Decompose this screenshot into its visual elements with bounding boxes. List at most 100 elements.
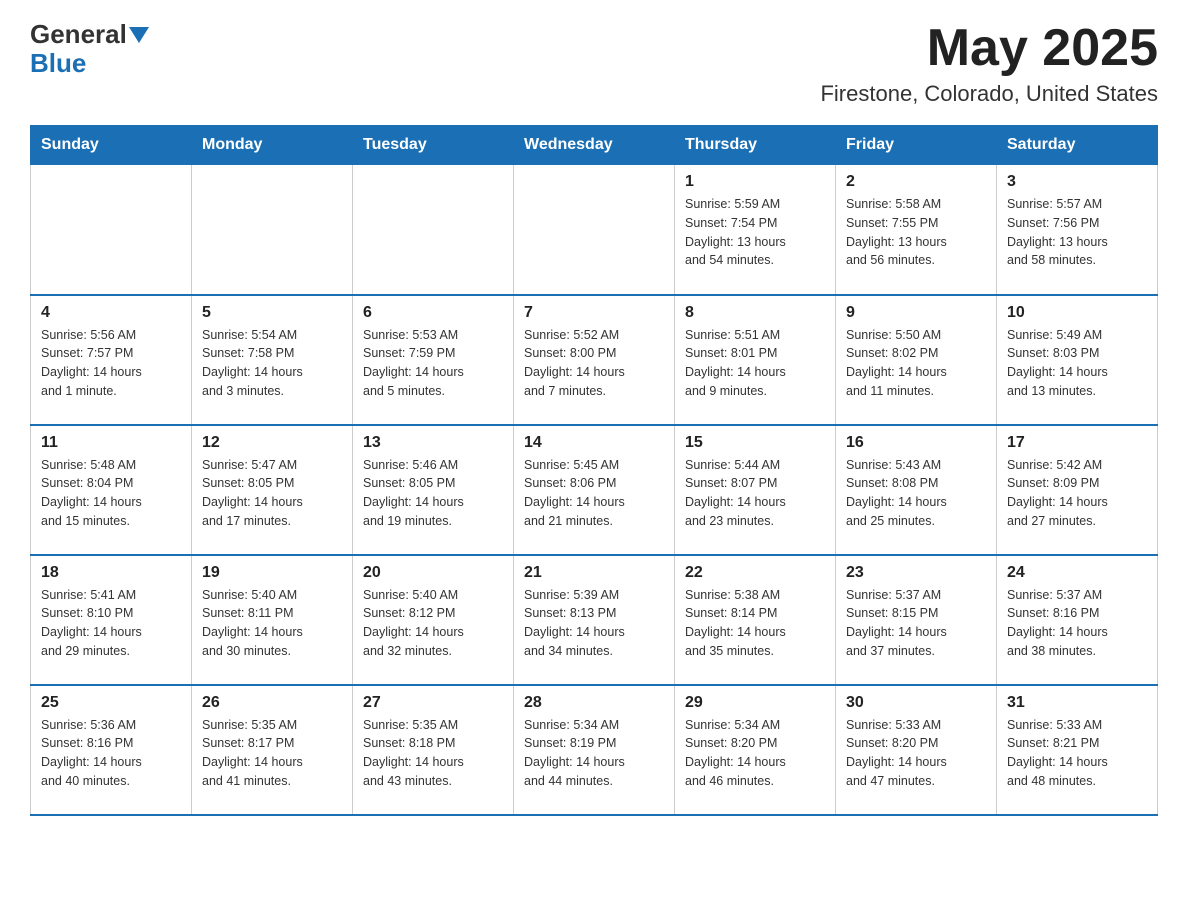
calendar-cell: 16 Sunrise: 5:43 AM Sunset: 8:08 PM Dayli…	[836, 425, 997, 555]
day-number: 17	[1007, 434, 1147, 452]
day-header-wednesday: Wednesday	[514, 126, 675, 165]
day-number: 6	[363, 304, 503, 322]
day-header-saturday: Saturday	[997, 126, 1158, 165]
day-number: 9	[846, 304, 986, 322]
calendar-cell: 12 Sunrise: 5:47 AM Sunset: 8:05 PM Dayli…	[192, 425, 353, 555]
day-number: 19	[202, 564, 342, 582]
day-info: Sunrise: 5:40 AM Sunset: 8:11 PM Dayligh…	[202, 586, 342, 661]
calendar-cell: 19 Sunrise: 5:40 AM Sunset: 8:11 PM Dayli…	[192, 555, 353, 685]
day-header-tuesday: Tuesday	[353, 126, 514, 165]
day-info: Sunrise: 5:40 AM Sunset: 8:12 PM Dayligh…	[363, 586, 503, 661]
day-info: Sunrise: 5:41 AM Sunset: 8:10 PM Dayligh…	[41, 586, 181, 661]
day-number: 29	[685, 694, 825, 712]
day-info: Sunrise: 5:49 AM Sunset: 8:03 PM Dayligh…	[1007, 326, 1147, 401]
logo-text-black: General	[30, 19, 127, 49]
calendar-header-row: SundayMondayTuesdayWednesdayThursdayFrid…	[31, 126, 1158, 165]
day-number: 5	[202, 304, 342, 322]
day-number: 11	[41, 434, 181, 452]
page-header: General Blue May 2025 Firestone, Colorad…	[30, 20, 1158, 107]
calendar-cell: 7Sunrise: 5:52 AM Sunset: 8:00 PM Daylig…	[514, 295, 675, 425]
day-number: 4	[41, 304, 181, 322]
calendar-cell: 1 Sunrise: 5:59 AM Sunset: 7:54 PM Daylig…	[675, 165, 836, 295]
page-title: May 2025	[820, 20, 1158, 77]
day-info: Sunrise: 5:37 AM Sunset: 8:16 PM Dayligh…	[1007, 586, 1147, 661]
day-info: Sunrise: 5:56 AM Sunset: 7:57 PM Dayligh…	[41, 326, 181, 401]
day-info: Sunrise: 5:38 AM Sunset: 8:14 PM Dayligh…	[685, 586, 825, 661]
day-info: Sunrise: 5:47 AM Sunset: 8:05 PM Dayligh…	[202, 456, 342, 531]
day-number: 26	[202, 694, 342, 712]
calendar-cell: 3 Sunrise: 5:57 AM Sunset: 7:56 PM Daylig…	[997, 165, 1158, 295]
calendar-cell	[31, 165, 192, 295]
calendar-cell: 25Sunrise: 5:36 AM Sunset: 8:16 PM Dayli…	[31, 685, 192, 815]
day-number: 18	[41, 564, 181, 582]
calendar-cell	[192, 165, 353, 295]
calendar-cell: 11Sunrise: 5:48 AM Sunset: 8:04 PM Dayli…	[31, 425, 192, 555]
title-block: May 2025 Firestone, Colorado, United Sta…	[820, 20, 1158, 107]
day-header-monday: Monday	[192, 126, 353, 165]
day-number: 8	[685, 304, 825, 322]
day-info: Sunrise: 5:45 AM Sunset: 8:06 PM Dayligh…	[524, 456, 664, 531]
day-info: Sunrise: 5:46 AM Sunset: 8:05 PM Dayligh…	[363, 456, 503, 531]
page-subtitle: Firestone, Colorado, United States	[820, 81, 1158, 107]
calendar-cell: 29 Sunrise: 5:34 AM Sunset: 8:20 PM Dayli…	[675, 685, 836, 815]
calendar-cell: 27Sunrise: 5:35 AM Sunset: 8:18 PM Dayli…	[353, 685, 514, 815]
calendar-cell: 17 Sunrise: 5:42 AM Sunset: 8:09 PM Dayli…	[997, 425, 1158, 555]
calendar-cell: 18 Sunrise: 5:41 AM Sunset: 8:10 PM Dayli…	[31, 555, 192, 685]
calendar-cell: 10 Sunrise: 5:49 AM Sunset: 8:03 PM Dayli…	[997, 295, 1158, 425]
day-number: 10	[1007, 304, 1147, 322]
day-number: 1	[685, 173, 825, 191]
day-header-sunday: Sunday	[31, 126, 192, 165]
day-info: Sunrise: 5:50 AM Sunset: 8:02 PM Dayligh…	[846, 326, 986, 401]
day-info: Sunrise: 5:43 AM Sunset: 8:08 PM Dayligh…	[846, 456, 986, 531]
logo: General Blue	[30, 20, 149, 77]
day-info: Sunrise: 5:51 AM Sunset: 8:01 PM Dayligh…	[685, 326, 825, 401]
day-number: 31	[1007, 694, 1147, 712]
day-number: 3	[1007, 173, 1147, 191]
calendar-week-2: 4 Sunrise: 5:56 AM Sunset: 7:57 PM Daylig…	[31, 295, 1158, 425]
day-number: 12	[202, 434, 342, 452]
day-info: Sunrise: 5:59 AM Sunset: 7:54 PM Dayligh…	[685, 195, 825, 270]
day-header-friday: Friday	[836, 126, 997, 165]
calendar-table: SundayMondayTuesdayWednesdayThursdayFrid…	[30, 125, 1158, 816]
day-number: 28	[524, 694, 664, 712]
day-number: 24	[1007, 564, 1147, 582]
day-info: Sunrise: 5:34 AM Sunset: 8:19 PM Dayligh…	[524, 716, 664, 791]
calendar-cell: 5 Sunrise: 5:54 AM Sunset: 7:58 PM Daylig…	[192, 295, 353, 425]
day-number: 20	[363, 564, 503, 582]
calendar-cell: 26 Sunrise: 5:35 AM Sunset: 8:17 PM Dayli…	[192, 685, 353, 815]
day-info: Sunrise: 5:42 AM Sunset: 8:09 PM Dayligh…	[1007, 456, 1147, 531]
calendar-week-3: 11Sunrise: 5:48 AM Sunset: 8:04 PM Dayli…	[31, 425, 1158, 555]
calendar-cell: 14Sunrise: 5:45 AM Sunset: 8:06 PM Dayli…	[514, 425, 675, 555]
calendar-cell	[353, 165, 514, 295]
calendar-cell: 9 Sunrise: 5:50 AM Sunset: 8:02 PM Daylig…	[836, 295, 997, 425]
calendar-cell	[514, 165, 675, 295]
day-info: Sunrise: 5:35 AM Sunset: 8:18 PM Dayligh…	[363, 716, 503, 791]
day-number: 30	[846, 694, 986, 712]
day-info: Sunrise: 5:57 AM Sunset: 7:56 PM Dayligh…	[1007, 195, 1147, 270]
calendar-cell: 2Sunrise: 5:58 AM Sunset: 7:55 PM Daylig…	[836, 165, 997, 295]
calendar-cell: 4 Sunrise: 5:56 AM Sunset: 7:57 PM Daylig…	[31, 295, 192, 425]
day-info: Sunrise: 5:35 AM Sunset: 8:17 PM Dayligh…	[202, 716, 342, 791]
calendar-week-1: 1 Sunrise: 5:59 AM Sunset: 7:54 PM Daylig…	[31, 165, 1158, 295]
calendar-cell: 31 Sunrise: 5:33 AM Sunset: 8:21 PM Dayli…	[997, 685, 1158, 815]
day-number: 15	[685, 434, 825, 452]
day-info: Sunrise: 5:53 AM Sunset: 7:59 PM Dayligh…	[363, 326, 503, 401]
calendar-cell: 24 Sunrise: 5:37 AM Sunset: 8:16 PM Dayli…	[997, 555, 1158, 685]
calendar-week-4: 18 Sunrise: 5:41 AM Sunset: 8:10 PM Dayli…	[31, 555, 1158, 685]
day-info: Sunrise: 5:52 AM Sunset: 8:00 PM Dayligh…	[524, 326, 664, 401]
day-info: Sunrise: 5:37 AM Sunset: 8:15 PM Dayligh…	[846, 586, 986, 661]
calendar-cell: 23Sunrise: 5:37 AM Sunset: 8:15 PM Dayli…	[836, 555, 997, 685]
calendar-cell: 8 Sunrise: 5:51 AM Sunset: 8:01 PM Daylig…	[675, 295, 836, 425]
day-info: Sunrise: 5:39 AM Sunset: 8:13 PM Dayligh…	[524, 586, 664, 661]
calendar-cell: 21 Sunrise: 5:39 AM Sunset: 8:13 PM Dayli…	[514, 555, 675, 685]
day-number: 22	[685, 564, 825, 582]
day-number: 25	[41, 694, 181, 712]
day-number: 16	[846, 434, 986, 452]
day-info: Sunrise: 5:54 AM Sunset: 7:58 PM Dayligh…	[202, 326, 342, 401]
day-info: Sunrise: 5:33 AM Sunset: 8:20 PM Dayligh…	[846, 716, 986, 791]
day-number: 13	[363, 434, 503, 452]
calendar-cell: 20 Sunrise: 5:40 AM Sunset: 8:12 PM Dayli…	[353, 555, 514, 685]
day-number: 21	[524, 564, 664, 582]
day-info: Sunrise: 5:34 AM Sunset: 8:20 PM Dayligh…	[685, 716, 825, 791]
day-info: Sunrise: 5:33 AM Sunset: 8:21 PM Dayligh…	[1007, 716, 1147, 791]
